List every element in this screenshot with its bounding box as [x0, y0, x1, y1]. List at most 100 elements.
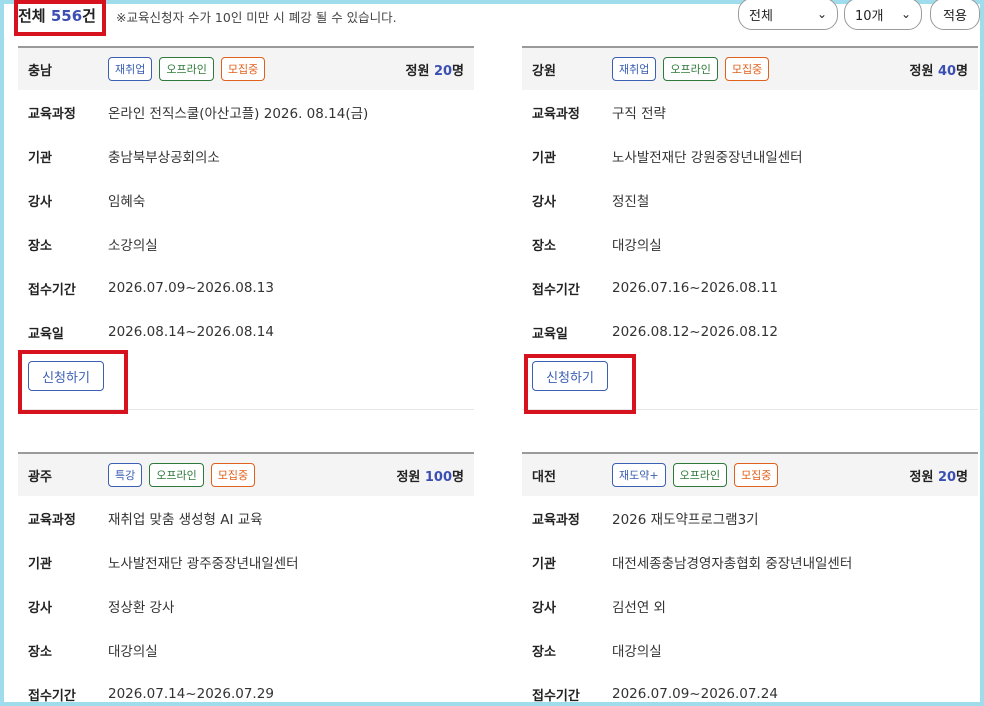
mode-badge: 오프라인 [149, 463, 204, 487]
card-header: 대전 재도약+ 오프라인 모집중 정원 20명 [522, 452, 978, 496]
quota-label: 정원 [909, 469, 934, 485]
org-label: 기관 [28, 150, 52, 166]
chevron-down-icon: ⌄ [900, 7, 911, 21]
reception-value: 2026.07.09~2026.07.24 [612, 686, 778, 702]
card-actions: 신청하기 [522, 354, 978, 410]
org-value: 노사발전재단 강원중장년내일센터 [612, 150, 803, 166]
org-value: 충남북부상공회의소 [108, 150, 220, 166]
quota-number: 20 [937, 469, 957, 485]
org-label: 기관 [532, 556, 556, 572]
course-row: 교육과정 2026 재도약프로그램3기 [522, 496, 978, 540]
edu-date-row: 교육일 2026.08.14~2026.08.14 [18, 310, 474, 354]
reception-row: 접수기간 2026.07.16~2026.08.11 [522, 266, 978, 310]
instructor-label: 강사 [532, 194, 556, 210]
course-card: 광주 특강 오프라인 모집중 정원 100명 교육과정 재취업 맞춤 생성형 AI… [18, 452, 474, 706]
org-row: 기관 노사발전재단 광주중장년내일센터 [18, 540, 474, 584]
card-header: 충남 재취업 오프라인 모집중 정원 20명 [18, 46, 474, 90]
course-label: 교육과정 [532, 512, 580, 528]
instructor-value: 김선연 외 [612, 600, 666, 616]
instructor-label: 강사 [532, 600, 556, 616]
total-count: 전체 556건 [18, 5, 96, 26]
org-label: 기관 [28, 556, 52, 572]
place-row: 장소 대강의실 [18, 628, 474, 672]
org-label: 기관 [532, 150, 556, 166]
card-badges: 특강 오프라인 모집중 [108, 463, 256, 487]
edu-date-value: 2026.08.12~2026.08.12 [612, 324, 778, 340]
course-label: 교육과정 [532, 106, 580, 122]
reception-label: 접수기간 [28, 282, 76, 298]
course-value: 재취업 맞춤 생성형 AI 교육 [108, 512, 263, 528]
card-actions: 신청하기 [18, 354, 474, 410]
reception-row: 접수기간 2026.07.09~2026.07.24 [522, 672, 978, 706]
quota-label: 정원 [396, 469, 421, 485]
status-badge: 모집중 [724, 57, 770, 81]
quota-number: 20 [433, 63, 453, 79]
card-quota: 정원 20명 [405, 60, 464, 79]
mode-badge: 오프라인 [672, 463, 728, 487]
apply-course-button[interactable]: 신청하기 [532, 361, 608, 391]
place-value: 대강의실 [612, 644, 662, 660]
apply-course-button[interactable]: 신청하기 [28, 361, 104, 391]
type-badge: 재도약+ [612, 463, 666, 487]
type-badge: 재취업 [108, 57, 153, 81]
quota-unit: 명 [956, 63, 968, 79]
place-label: 장소 [532, 644, 556, 660]
course-value: 2026 재도약프로그램3기 [612, 512, 759, 528]
quota-number: 40 [937, 63, 957, 79]
card-badges: 재도약+ 오프라인 모집중 [612, 463, 779, 487]
list-toolbar: 전체 556건 ※교육신청자 수가 10인 미만 시 폐강 될 수 있습니다. … [4, 0, 980, 40]
place-row: 장소 소강의실 [18, 222, 474, 266]
org-row: 기관 충남북부상공회의소 [18, 134, 474, 178]
card-quota: 정원 100명 [396, 466, 464, 485]
place-row: 장소 대강의실 [522, 628, 978, 672]
course-card: 강원 재취업 오프라인 모집중 정원 40명 교육과정 구직 전략 기관 노사발전재… [522, 46, 978, 410]
org-row: 기관 대전세종충남경영자총협회 중장년내일센터 [522, 540, 978, 584]
course-value: 온라인 전직스쿨(아산고플) 2026. 08.14(금) [108, 106, 369, 122]
chevron-down-icon: ⌄ [816, 7, 827, 21]
reception-value: 2026.07.16~2026.08.11 [612, 280, 778, 296]
page-size-select-value: 10개 [855, 8, 884, 24]
region-select-value: 전체 [749, 8, 773, 24]
place-label: 장소 [28, 238, 52, 254]
place-label: 장소 [532, 238, 556, 254]
course-card: 대전 재도약+ 오프라인 모집중 정원 20명 교육과정 2026 재도약프로그램… [522, 452, 978, 706]
place-row: 장소 대강의실 [522, 222, 978, 266]
total-prefix: 전체 [18, 7, 46, 25]
cancel-notice: ※교육신청자 수가 10인 미만 시 폐강 될 수 있습니다. [116, 10, 397, 25]
card-region: 충남 [28, 63, 52, 79]
instructor-row: 강사 김선연 외 [522, 584, 978, 628]
instructor-value: 정상환 강사 [108, 600, 175, 616]
instructor-label: 강사 [28, 194, 52, 210]
org-row: 기관 노사발전재단 강원중장년내일센터 [522, 134, 978, 178]
instructor-value: 임혜숙 [108, 194, 146, 210]
status-badge: 모집중 [210, 463, 256, 487]
page-size-select[interactable]: 10개 ⌄ [844, 0, 922, 30]
org-value: 노사발전재단 광주중장년내일센터 [108, 556, 299, 572]
total-suffix: 건 [82, 7, 96, 25]
reception-label: 접수기간 [532, 688, 580, 704]
reception-value: 2026.07.14~2026.07.29 [108, 686, 274, 702]
instructor-value: 정진철 [612, 194, 650, 210]
quota-unit: 명 [956, 469, 968, 485]
course-row: 교육과정 온라인 전직스쿨(아산고플) 2026. 08.14(금) [18, 90, 474, 134]
reception-row: 접수기간 2026.07.14~2026.07.29 [18, 672, 474, 706]
card-header: 강원 재취업 오프라인 모집중 정원 40명 [522, 46, 978, 90]
card-header: 광주 특강 오프라인 모집중 정원 100명 [18, 452, 474, 496]
card-region: 광주 [28, 469, 52, 485]
edu-date-row: 교육일 2026.08.12~2026.08.12 [522, 310, 978, 354]
course-row: 교육과정 재취업 맞춤 생성형 AI 교육 [18, 496, 474, 540]
total-number: 556 [50, 7, 83, 25]
instructor-row: 강사 정상환 강사 [18, 584, 474, 628]
course-label: 교육과정 [28, 512, 76, 528]
quota-unit: 명 [452, 469, 464, 485]
card-quota: 정원 40명 [909, 60, 968, 79]
course-row: 교육과정 구직 전략 [522, 90, 978, 134]
instructor-row: 강사 임혜숙 [18, 178, 474, 222]
edu-date-label: 교육일 [28, 326, 64, 342]
apply-filter-button[interactable]: 적용 [930, 0, 980, 30]
status-badge: 모집중 [220, 57, 266, 81]
card-badges: 재취업 오프라인 모집중 [612, 57, 770, 81]
course-label: 교육과정 [28, 106, 76, 122]
instructor-row: 강사 정진철 [522, 178, 978, 222]
region-select[interactable]: 전체 ⌄ [738, 0, 838, 30]
